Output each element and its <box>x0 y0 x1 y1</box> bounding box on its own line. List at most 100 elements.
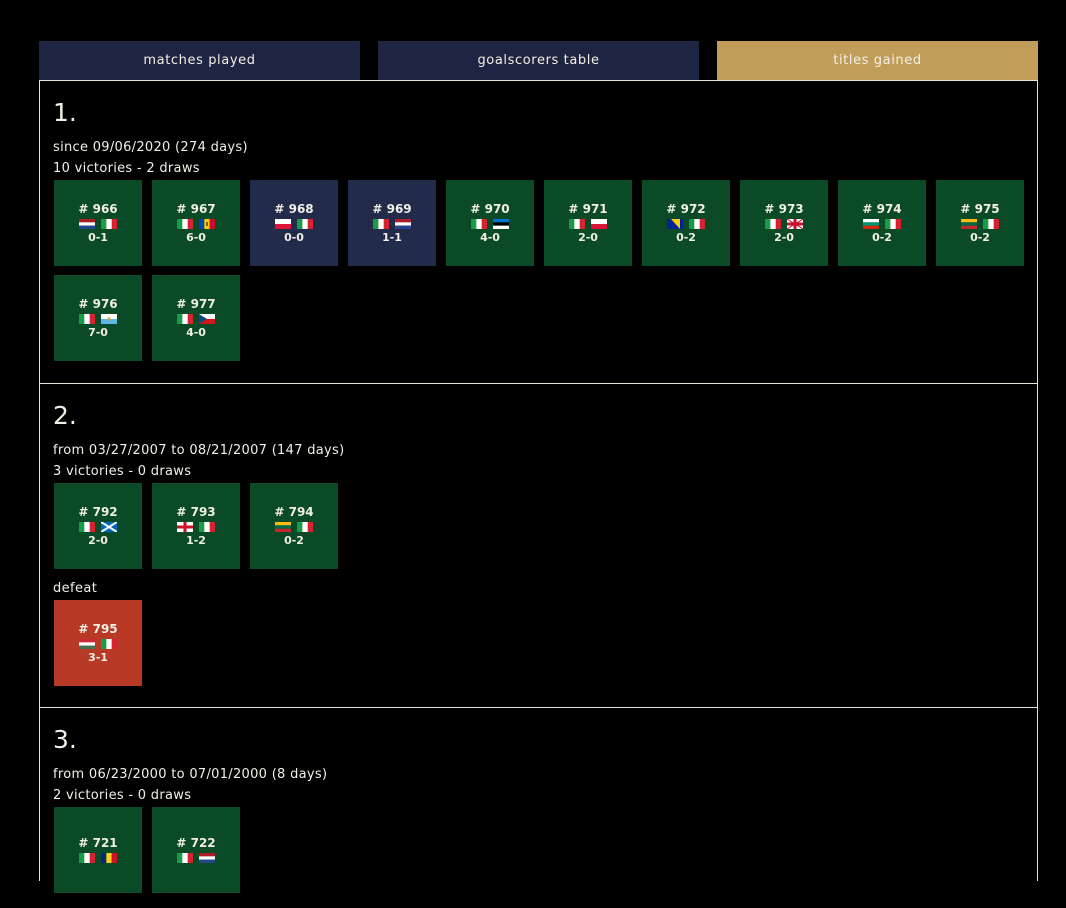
match-card[interactable]: # 966 0-1 <box>54 180 142 266</box>
match-card[interactable]: # 722 <box>152 807 240 893</box>
match-card[interactable]: # 969 1-1 <box>348 180 436 266</box>
match-number: # 975 <box>960 202 1000 216</box>
match-number: # 721 <box>78 835 118 850</box>
match-card[interactable]: # 967 6-0 <box>152 180 240 266</box>
streak-summary: 2 victories - 0 draws <box>53 788 192 803</box>
match-flags <box>373 219 411 229</box>
match-score: 1-2 <box>186 534 206 547</box>
match-flags <box>275 219 313 229</box>
match-number: # 794 <box>274 505 314 519</box>
netherlands-flag-icon <box>199 852 215 863</box>
match-card[interactable]: # 721 <box>54 807 142 893</box>
streak-period: from 03/27/2007 to 08/21/2007 (147 days) <box>53 443 345 458</box>
match-card[interactable]: # 971 2-0 <box>544 180 632 266</box>
match-flags <box>667 219 705 229</box>
match-flags <box>569 219 607 229</box>
netherlands-flag-icon <box>395 219 411 229</box>
match-flags <box>177 522 215 532</box>
match-card[interactable]: # 976 7-0 <box>54 275 142 361</box>
streak-summary: 10 victories - 2 draws <box>53 161 200 176</box>
northern-ireland-flag-icon <box>787 219 803 229</box>
match-flags <box>471 219 509 229</box>
streak-period: from 06/23/2000 to 07/01/2000 (8 days) <box>53 767 328 782</box>
match-card[interactable]: # 972 0-2 <box>642 180 730 266</box>
match-flags <box>79 522 117 532</box>
match-number: # 970 <box>470 202 510 216</box>
match-flags <box>765 219 803 229</box>
match-card[interactable]: # 795 3-1 <box>54 600 142 686</box>
match-flags <box>79 639 117 649</box>
scotland-flag-icon <box>101 522 117 532</box>
match-score: 1-1 <box>382 231 402 244</box>
match-score: 4-0 <box>480 231 500 244</box>
defeat-label: defeat <box>53 581 98 596</box>
match-card[interactable]: # 977 4-0 <box>152 275 240 361</box>
italy-flag-icon <box>177 219 193 229</box>
match-number: # 795 <box>78 622 118 636</box>
tab-bar: Matches Played Goalscorers Table Titles … <box>39 41 1038 80</box>
match-flags <box>275 522 313 532</box>
italy-flag-icon <box>569 219 585 229</box>
italy-flag-icon <box>177 852 193 863</box>
moldova-flag-icon <box>199 219 215 229</box>
match-flags <box>79 219 117 229</box>
netherlands-flag-icon <box>79 219 95 229</box>
streak-rank: 2. <box>53 401 77 430</box>
match-flags <box>177 314 215 324</box>
match-number: # 974 <box>862 202 902 216</box>
tab-matches-played[interactable]: Matches Played <box>39 41 360 80</box>
match-card[interactable]: # 793 1-2 <box>152 483 240 569</box>
match-card[interactable]: # 968 0-0 <box>250 180 338 266</box>
match-number: # 969 <box>372 202 412 216</box>
bosnia-flag-icon <box>667 219 683 229</box>
italy-flag-icon <box>79 522 95 532</box>
match-card[interactable]: # 974 0-2 <box>838 180 926 266</box>
match-number: # 968 <box>274 202 314 216</box>
italy-flag-icon <box>765 219 781 229</box>
poland-flag-icon <box>275 219 291 229</box>
bulgaria-flag-icon <box>863 219 879 229</box>
czech-republic-flag-icon <box>199 314 215 324</box>
match-number: # 722 <box>176 835 216 850</box>
match-card[interactable]: # 792 2-0 <box>54 483 142 569</box>
match-score: 0-0 <box>284 231 304 244</box>
match-score: 2-0 <box>578 231 598 244</box>
match-card[interactable]: # 970 4-0 <box>446 180 534 266</box>
italy-flag-icon <box>101 639 117 649</box>
tab-titles-gained[interactable]: Titles Gained <box>717 41 1038 80</box>
italy-flag-icon <box>199 522 215 532</box>
streak-section: 3. from 06/23/2000 to 07/01/2000 (8 days… <box>40 708 1037 908</box>
romania-flag-icon <box>101 852 117 863</box>
san-marino-flag-icon <box>101 314 117 324</box>
match-score: 6-0 <box>186 231 206 244</box>
match-score: 2-0 <box>88 534 108 547</box>
italy-flag-icon <box>177 314 193 324</box>
match-score: 3-1 <box>88 651 108 664</box>
match-card[interactable]: # 975 0-2 <box>936 180 1024 266</box>
match-number: # 792 <box>78 505 118 519</box>
match-number: # 973 <box>764 202 804 216</box>
match-number: # 976 <box>78 297 118 311</box>
italy-flag-icon <box>79 852 95 863</box>
poland-flag-icon <box>591 219 607 229</box>
italy-flag-icon <box>79 314 95 324</box>
match-flags <box>961 219 999 229</box>
tab-goalscorers-table[interactable]: Goalscorers Table <box>378 41 699 80</box>
italy-flag-icon <box>689 219 705 229</box>
streak-section: 1. since 09/06/2020 (274 days) 10 victor… <box>40 81 1037 384</box>
england-flag-icon <box>177 522 193 532</box>
streaks-panel: 1. since 09/06/2020 (274 days) 10 victor… <box>39 80 1038 893</box>
match-score: 0-1 <box>88 231 108 244</box>
match-number: # 971 <box>568 202 608 216</box>
match-flags <box>79 852 117 863</box>
match-flags <box>177 219 215 229</box>
match-number: # 967 <box>176 202 216 216</box>
match-score: 0-2 <box>676 231 696 244</box>
match-card[interactable]: # 973 2-0 <box>740 180 828 266</box>
italy-flag-icon <box>373 219 389 229</box>
match-score: 2-0 <box>774 231 794 244</box>
match-score: 0-2 <box>970 231 990 244</box>
match-card[interactable]: # 794 0-2 <box>250 483 338 569</box>
match-score: 4-0 <box>186 326 206 339</box>
italy-flag-icon <box>297 219 313 229</box>
